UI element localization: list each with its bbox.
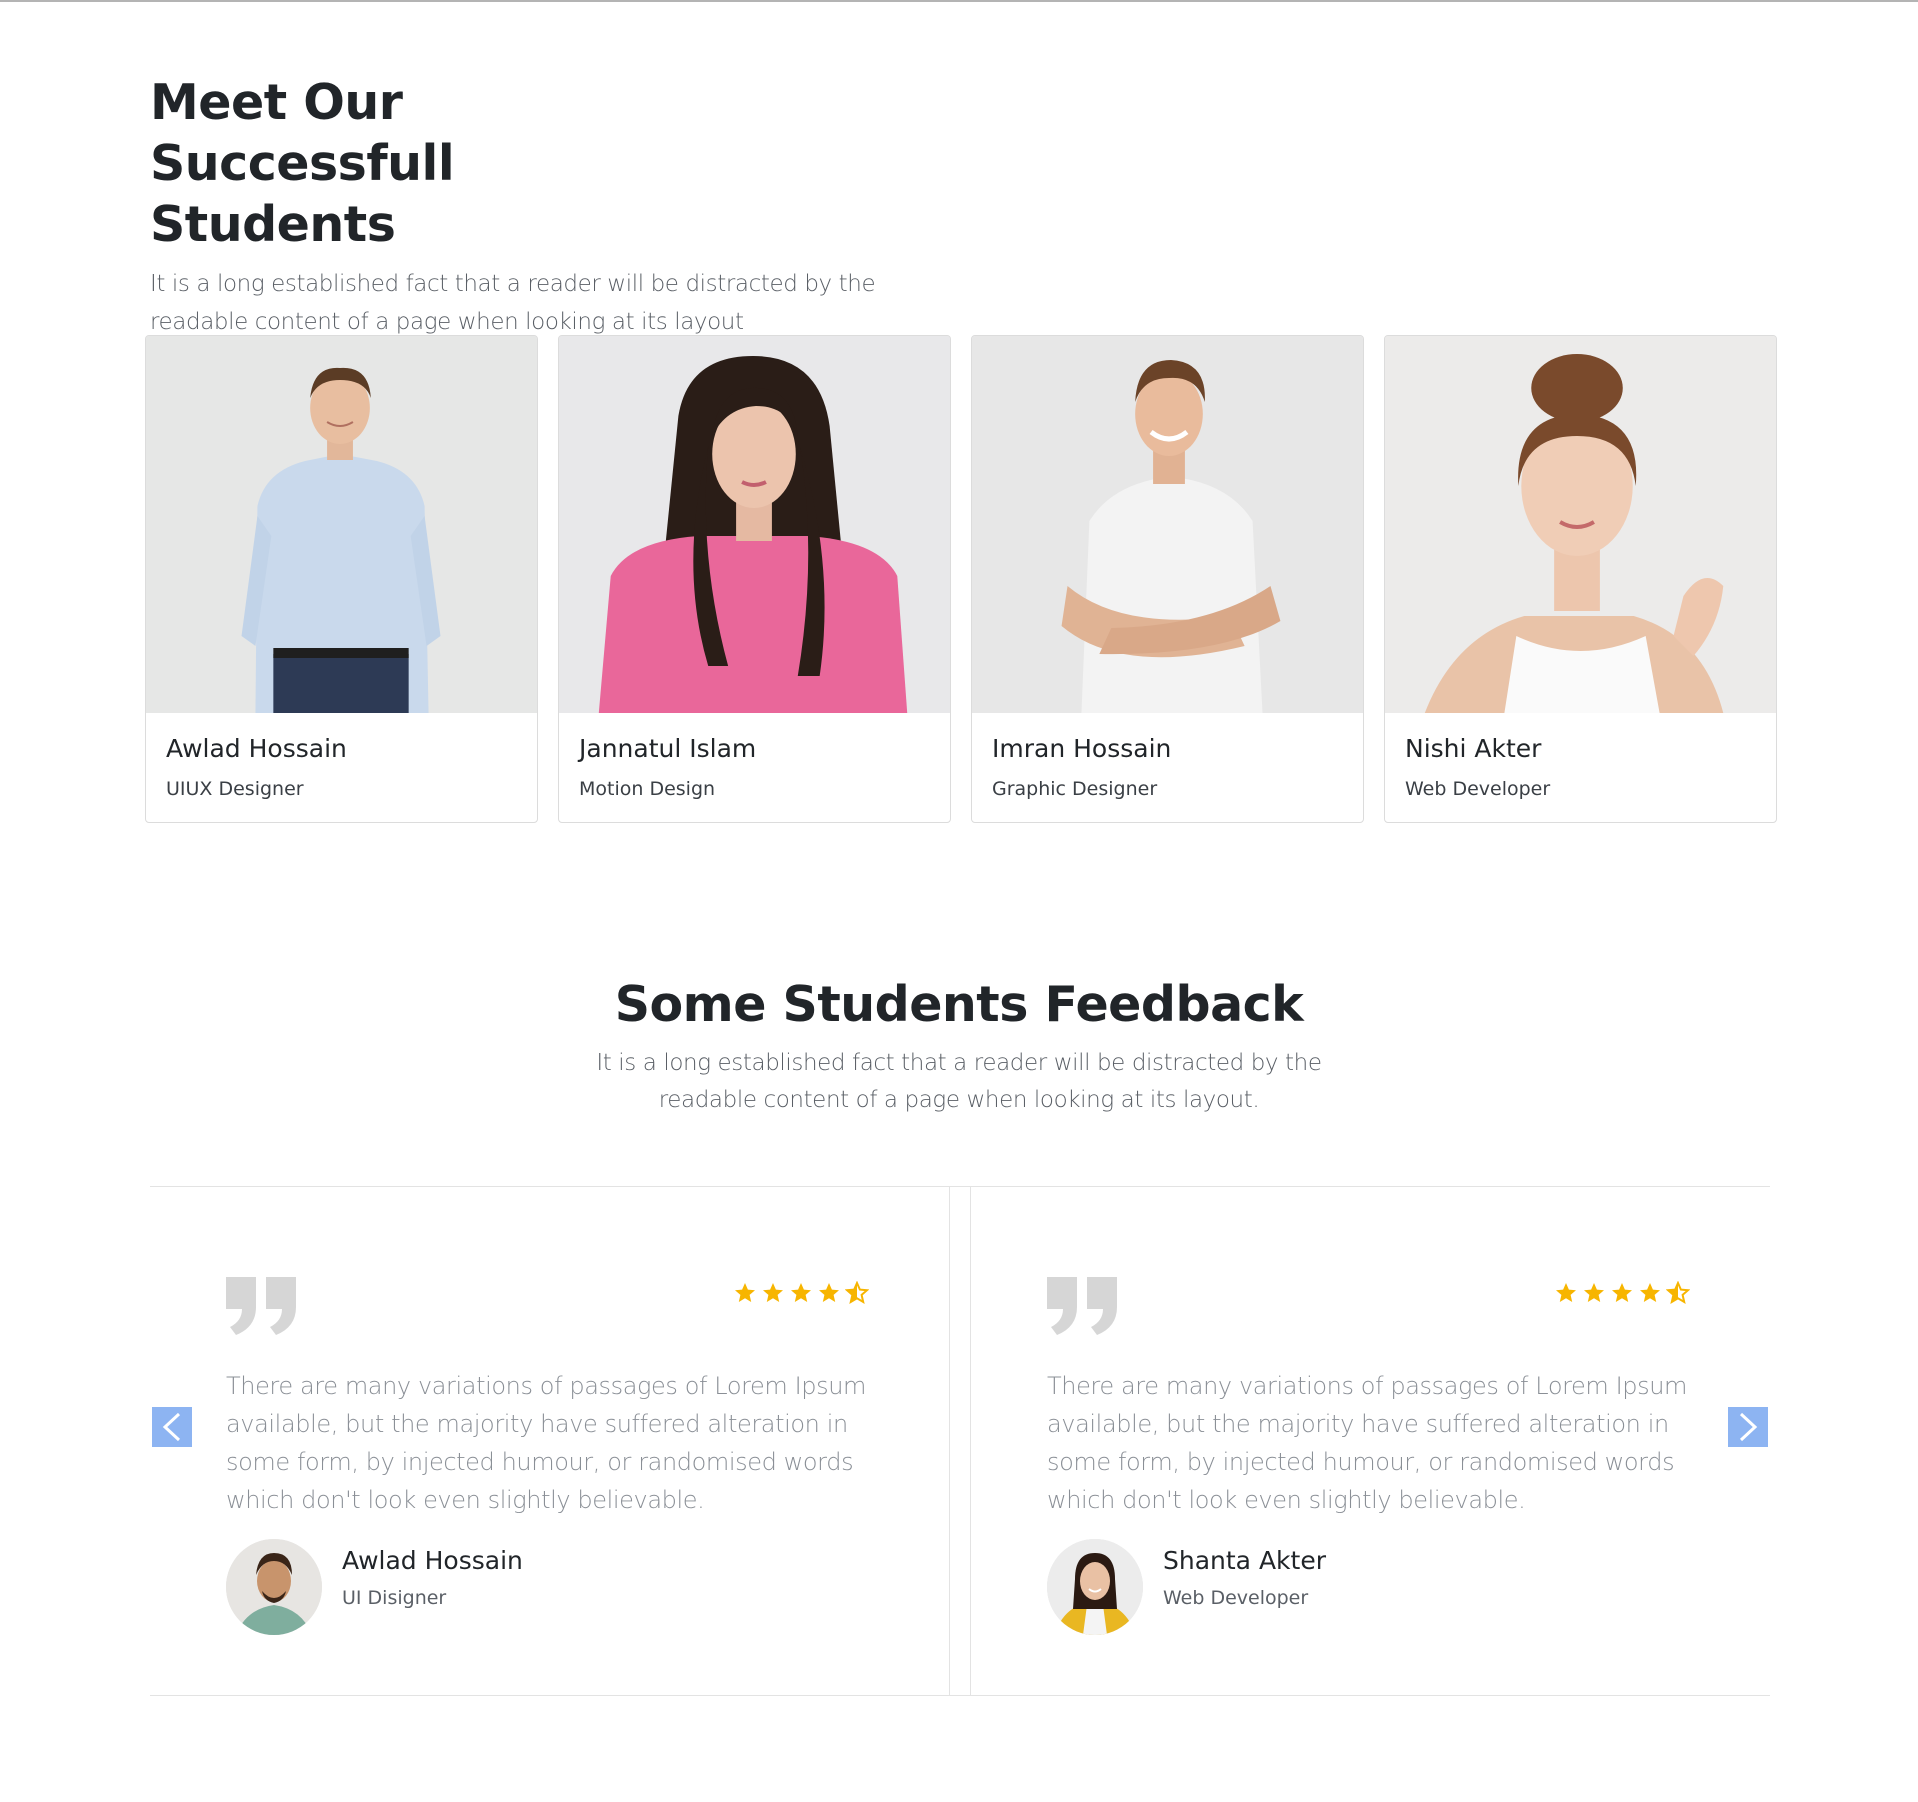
slider-next-button[interactable] (1728, 1407, 1768, 1447)
testimonial-card: There are many variations of passages of… (150, 1187, 950, 1695)
student-name: Awlad Hossain (166, 734, 347, 763)
student-name: Imran Hossain (992, 734, 1172, 763)
testimonial-author: Shanta Akter Web Developer (1047, 1539, 1326, 1635)
student-photo (146, 336, 537, 713)
student-cards: Awlad Hossain UIUX Designer Jannatul Isl… (145, 335, 1777, 823)
star-icon (819, 1283, 839, 1302)
student-name: Nishi Akter (1405, 734, 1542, 763)
chevron-left-icon (162, 1412, 181, 1442)
students-subtitle: It is a long established fact that a rea… (150, 271, 876, 335)
half-star-icon (845, 1281, 869, 1305)
feedback-title: Some Students Feedback (614, 976, 1304, 1033)
testimonial-card: There are many variations of passages of… (970, 1187, 1770, 1695)
top-divider (0, 0, 1918, 2)
author-role: UI Disigner (342, 1587, 447, 1609)
student-photo (972, 336, 1363, 713)
author-role: Web Developer (1163, 1587, 1309, 1609)
student-card[interactable]: Nishi Akter Web Developer (1384, 335, 1777, 823)
students-header: Meet Our Successfull Students It is a lo… (150, 72, 990, 341)
testimonial-slider: There are many variations of passages of… (150, 1186, 1770, 1696)
star-rating (733, 1281, 869, 1305)
student-role: Graphic Designer (992, 778, 1158, 800)
testimonial-text: There are many variations of passages of… (226, 1372, 867, 1514)
student-role: UIUX Designer (166, 778, 304, 800)
testimonial-author: Awlad Hossain UI Disigner (226, 1539, 523, 1635)
star-icon (1612, 1283, 1632, 1302)
author-name: Awlad Hossain (342, 1546, 523, 1575)
star-icon (1584, 1283, 1604, 1302)
student-card[interactable]: Imran Hossain Graphic Designer (971, 335, 1364, 823)
star-icon (1640, 1283, 1660, 1302)
author-name: Shanta Akter (1163, 1546, 1326, 1575)
star-icon (735, 1283, 755, 1302)
testimonial-text: There are many variations of passages of… (1047, 1372, 1688, 1514)
page: Meet Our Successfull Students It is a lo… (0, 0, 1918, 1802)
half-star-icon (1666, 1281, 1690, 1305)
avatar (226, 1539, 322, 1635)
student-role: Web Developer (1405, 778, 1551, 800)
students-title: Meet Our Successfull Students (150, 74, 455, 253)
feedback-subtitle: It is a long established fact that a rea… (596, 1050, 1322, 1113)
quote-icon (226, 1277, 296, 1335)
star-rating (1554, 1281, 1690, 1305)
student-card[interactable]: Jannatul Islam Motion Design (558, 335, 951, 823)
star-icon (791, 1283, 811, 1302)
quote-icon (1047, 1277, 1117, 1335)
student-photo (1385, 336, 1776, 713)
star-icon (763, 1283, 783, 1302)
feedback-header: Some Students Feedback It is a long esta… (0, 975, 1918, 1119)
student-photo (559, 336, 950, 713)
student-name: Jannatul Islam (579, 734, 757, 763)
chevron-right-icon (1739, 1412, 1758, 1442)
avatar (1047, 1539, 1143, 1635)
student-card[interactable]: Awlad Hossain UIUX Designer (145, 335, 538, 823)
star-icon (1556, 1283, 1576, 1302)
slider-prev-button[interactable] (152, 1407, 192, 1447)
student-role: Motion Design (579, 778, 716, 800)
